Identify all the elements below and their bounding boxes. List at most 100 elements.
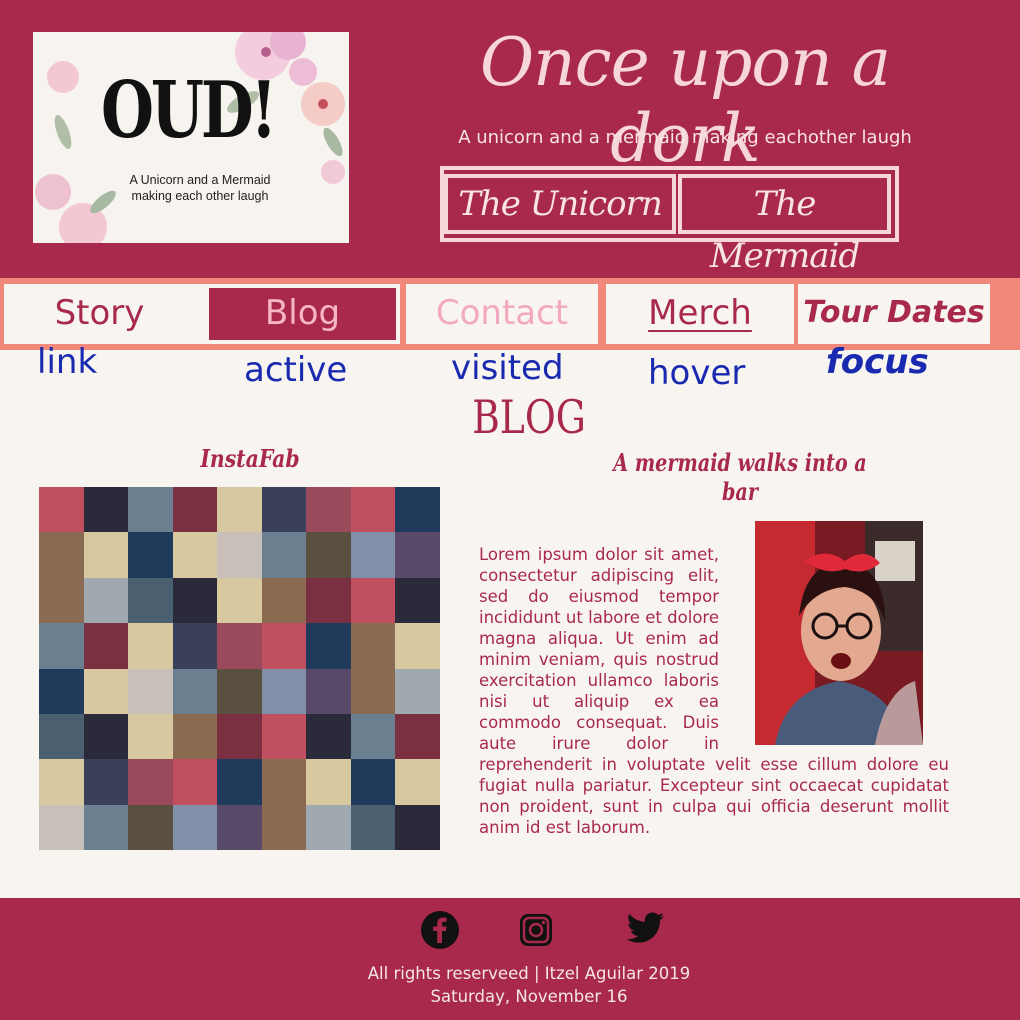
mosaic-tile bbox=[395, 804, 440, 850]
mosaic-tile bbox=[83, 532, 129, 578]
mosaic-tile bbox=[39, 487, 84, 533]
mosaic-tile bbox=[128, 532, 173, 578]
instafab-title: InstaFab bbox=[200, 444, 300, 473]
mosaic-tile bbox=[39, 668, 84, 714]
site-footer: All rights reserveed | Itzel Aguilar 201… bbox=[0, 898, 1020, 1020]
mosaic-tile bbox=[172, 713, 218, 760]
mosaic-tile bbox=[306, 532, 351, 578]
mosaic-tile bbox=[128, 759, 173, 805]
mosaic-tile bbox=[395, 577, 440, 624]
mosaic-tile bbox=[39, 759, 84, 805]
mosaic-tile bbox=[172, 759, 218, 805]
mosaic-tile bbox=[83, 713, 129, 760]
mosaic-tile bbox=[39, 623, 84, 669]
nav-divider bbox=[195, 284, 205, 344]
nav-item-merch[interactable]: Merch bbox=[606, 284, 794, 344]
mosaic-tile bbox=[350, 623, 396, 669]
site-header: OUD! A Unicorn and a Mermaid making each… bbox=[0, 0, 1020, 278]
mosaic-tile bbox=[128, 487, 173, 533]
nav-item-tour-dates[interactable]: Tour Dates bbox=[798, 284, 990, 344]
mosaic-tile bbox=[395, 759, 440, 805]
mosaic-tile bbox=[172, 623, 218, 669]
page-title: BLOG bbox=[472, 390, 586, 444]
mosaic-tile bbox=[306, 713, 351, 760]
mosaic-tile bbox=[39, 532, 84, 578]
character-links: The Unicorn The Mermaid bbox=[440, 166, 899, 276]
mosaic-tile bbox=[39, 577, 84, 624]
nav-item-label: Blog bbox=[209, 288, 396, 340]
mosaic-tile bbox=[306, 623, 351, 669]
mosaic-tile bbox=[217, 532, 262, 578]
mosaic-tile bbox=[83, 668, 129, 714]
mosaic-tile bbox=[217, 804, 262, 850]
site-title: Once upon a dork bbox=[480, 24, 891, 177]
main-nav: Story Blog Contact Merch Tour Dates bbox=[0, 278, 1020, 350]
facebook-icon[interactable] bbox=[420, 910, 460, 950]
nav-item-story[interactable]: Story bbox=[4, 284, 195, 344]
mosaic-tile bbox=[128, 668, 173, 714]
mosaic-tile bbox=[172, 804, 218, 850]
mosaic-tile bbox=[217, 668, 262, 714]
nav-item-blog[interactable]: Blog bbox=[205, 284, 400, 344]
mosaic-tile bbox=[306, 759, 351, 805]
mosaic-tile bbox=[261, 532, 307, 578]
mosaic-tile bbox=[395, 713, 440, 760]
twitter-icon[interactable] bbox=[626, 910, 666, 950]
mosaic-tile bbox=[172, 487, 218, 533]
mosaic-tile bbox=[350, 487, 396, 533]
mosaic-tile bbox=[39, 713, 84, 760]
mosaic-tile bbox=[350, 713, 396, 760]
post-body: Lorem ipsum dolor sit amet, consectetur … bbox=[479, 544, 949, 838]
nav-item-label: Contact bbox=[435, 293, 569, 333]
mosaic-tile bbox=[261, 487, 307, 533]
mosaic-tile bbox=[83, 804, 129, 850]
unicorn-link[interactable]: The Unicorn bbox=[444, 174, 676, 234]
mosaic-tile bbox=[350, 668, 396, 714]
mosaic-tile bbox=[350, 804, 396, 850]
mosaic-tile bbox=[350, 532, 396, 578]
copyright-text: All rights reserveed | Itzel Aguilar 201… bbox=[367, 964, 691, 983]
mosaic-tile bbox=[128, 623, 173, 669]
mosaic-tile bbox=[217, 487, 262, 533]
site-logo[interactable]: OUD! A Unicorn and a Mermaid making each… bbox=[33, 32, 349, 243]
logo-title: OUD! bbox=[101, 65, 277, 156]
logo-subtitle: A Unicorn and a Mermaid making each othe… bbox=[129, 173, 271, 203]
mosaic-tile bbox=[261, 713, 307, 760]
mosaic-tile bbox=[306, 577, 351, 624]
mosaic-tile bbox=[350, 759, 396, 805]
instagram-mosaic[interactable] bbox=[39, 487, 440, 850]
mosaic-tile bbox=[83, 759, 129, 805]
footer-date: Saturday, November 16 bbox=[430, 987, 628, 1006]
nav-item-label: Tour Dates bbox=[803, 295, 985, 330]
mosaic-tile bbox=[217, 713, 262, 760]
mosaic-tile bbox=[172, 532, 218, 578]
state-label-hover: hover bbox=[648, 353, 746, 393]
mosaic-tile bbox=[172, 668, 218, 714]
instagram-icon[interactable] bbox=[518, 912, 558, 952]
mosaic-tile bbox=[261, 804, 307, 850]
mosaic-tile bbox=[128, 804, 173, 850]
mosaic-tile bbox=[261, 623, 307, 669]
mosaic-tile bbox=[83, 577, 129, 624]
mosaic-tile bbox=[217, 759, 262, 805]
mermaid-link[interactable]: The Mermaid bbox=[678, 174, 891, 276]
mosaic-tile bbox=[306, 487, 351, 533]
mosaic-tile bbox=[261, 759, 307, 805]
post-title: A mermaid walks into a bar bbox=[613, 448, 867, 506]
mosaic-tile bbox=[39, 804, 84, 850]
mosaic-tile bbox=[128, 713, 173, 760]
mosaic-tile bbox=[128, 577, 173, 624]
state-label-visited: visited bbox=[451, 348, 564, 388]
nav-item-label: Merch bbox=[648, 293, 752, 333]
state-label-focus: focus bbox=[826, 342, 929, 382]
mosaic-tile bbox=[83, 623, 129, 669]
mosaic-tile bbox=[395, 532, 440, 578]
site-tagline: A unicorn and a mermaid making eachother… bbox=[458, 127, 912, 148]
mosaic-tile bbox=[261, 668, 307, 714]
mosaic-tile bbox=[306, 668, 351, 714]
state-label-link: link bbox=[37, 342, 98, 382]
mosaic-tile bbox=[83, 487, 129, 533]
mosaic-tile bbox=[395, 487, 440, 533]
nav-item-contact[interactable]: Contact bbox=[406, 284, 598, 344]
mosaic-tile bbox=[395, 623, 440, 669]
